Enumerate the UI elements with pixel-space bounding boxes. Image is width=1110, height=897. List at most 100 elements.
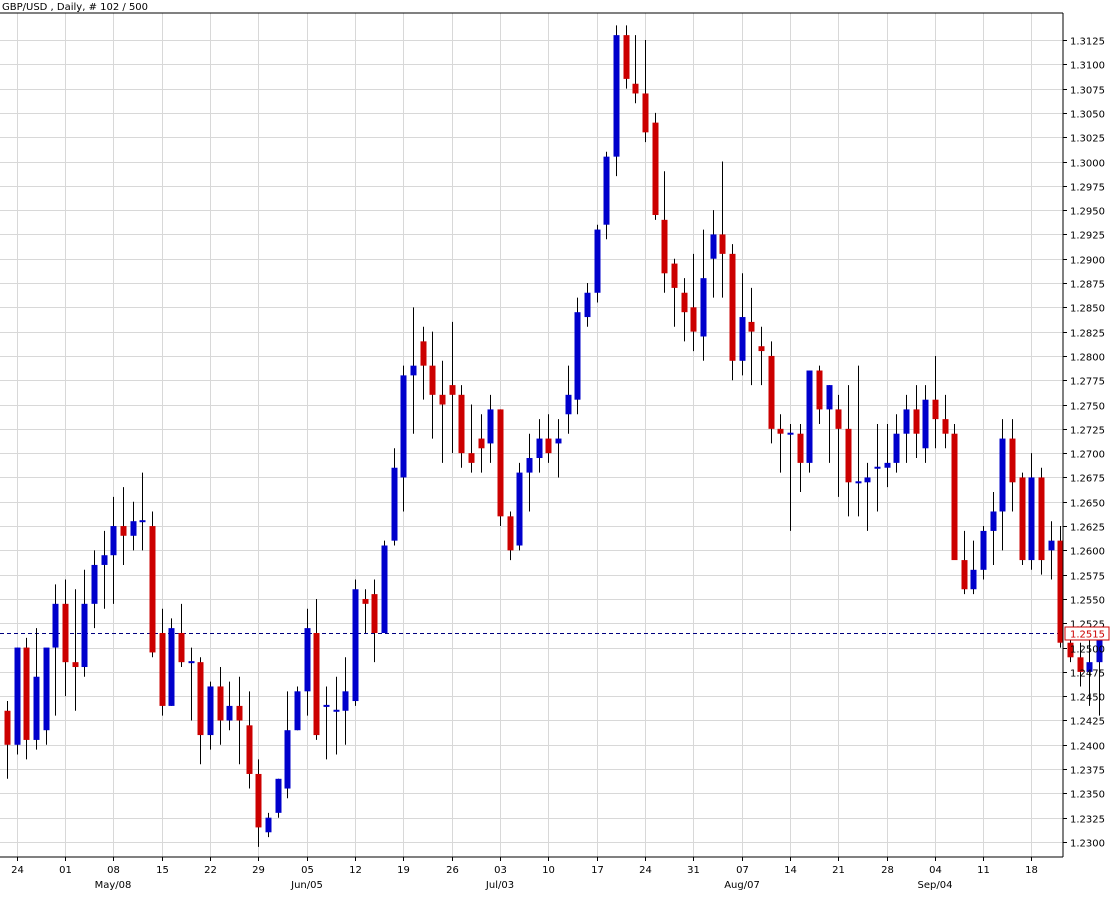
candle [729, 244, 736, 381]
candle [594, 224, 601, 303]
candle-body-up [352, 589, 359, 702]
candle-body-down [62, 603, 69, 663]
candle-body-up [91, 564, 98, 604]
candle-body-down [449, 385, 456, 395]
y-tick-label: 1.3025 [1070, 134, 1105, 145]
candle-body-up [226, 705, 233, 721]
candle-body-up [275, 778, 282, 813]
candle-body-down [942, 419, 949, 434]
x-day-label: 28 [881, 865, 894, 876]
y-tick-label: 1.2925 [1070, 231, 1105, 242]
y-tick-label: 1.2625 [1070, 523, 1105, 534]
candle-body-down [719, 234, 726, 254]
candle-body-up [990, 511, 997, 531]
candle-body-up [613, 35, 620, 157]
y-tick-label: 1.2575 [1070, 572, 1105, 583]
candle-body-down [255, 773, 262, 828]
candle-body-down [458, 394, 465, 454]
candle-body-down [652, 122, 659, 215]
current-price-label: 1.2515 [1064, 626, 1110, 641]
candle [574, 297, 581, 415]
candle-body-down [777, 428, 784, 434]
x-day-label: 01 [59, 865, 72, 876]
candle-body-up [787, 432, 794, 435]
candle-body-down [72, 662, 79, 668]
candle [806, 370, 813, 473]
candle-body-up [130, 521, 137, 536]
x-month-label: Sep/04 [918, 880, 953, 891]
x-month-label: Jul/03 [485, 880, 514, 891]
candle-body-up [284, 730, 291, 789]
y-tick-label: 1.2475 [1070, 669, 1105, 680]
candle-body-up [516, 472, 523, 546]
candle-body-up [1048, 540, 1055, 551]
candle-body-down [961, 560, 968, 590]
y-tick-label: 1.3050 [1070, 110, 1105, 121]
y-tick-label: 1.2450 [1070, 693, 1105, 704]
candle-body-down [690, 307, 697, 332]
candle-body-up [536, 438, 543, 459]
y-tick-label: 1.3075 [1070, 86, 1105, 97]
candle-body-up [294, 691, 301, 731]
candle-body-up [970, 569, 977, 590]
y-tick-label: 1.3100 [1070, 61, 1105, 72]
x-day-label: 21 [832, 865, 845, 876]
candle-body-up [1028, 477, 1035, 561]
candle-body-down [507, 516, 514, 551]
candle [1038, 467, 1045, 575]
candle-body-down [23, 647, 30, 740]
x-day-label: 26 [446, 865, 459, 876]
y-tick-label: 1.2300 [1070, 839, 1105, 850]
candle-body-down [545, 438, 552, 454]
x-day-label: 19 [397, 865, 410, 876]
candle-body-down [913, 409, 920, 434]
y-tick-label: 1.2675 [1070, 474, 1105, 485]
y-tick-label: 1.2950 [1070, 207, 1105, 218]
candle-body-down [313, 632, 320, 736]
candle-body-down [729, 253, 736, 361]
candlestick-chart: 1.3125 1.3100 1.3075 1.3050 1.3025 1.3000 1.29… [0, 0, 1110, 897]
x-day-label: 14 [784, 865, 797, 876]
candle-body-up [884, 462, 891, 468]
candle-body-down [768, 355, 775, 429]
candle-body-down [623, 35, 630, 79]
candle-body-up [110, 526, 117, 556]
candle-body-down [478, 438, 485, 449]
candle-body-down [120, 526, 127, 536]
candle-body-down [642, 93, 649, 133]
candle-body-down [4, 710, 11, 745]
y-tick-label: 1.2325 [1070, 815, 1105, 826]
chart-title: GBP/USD , Daily, # 102 / 500 [2, 2, 148, 13]
candle [294, 686, 301, 731]
candle-body-up [700, 278, 707, 337]
candle-body-up [855, 481, 862, 484]
candle-body-up [710, 234, 717, 259]
candle-body-up [874, 466, 881, 469]
candle [613, 25, 620, 177]
candle-body-up [188, 661, 195, 664]
candle-body-down [1019, 477, 1026, 561]
candle [768, 341, 775, 444]
y-tick-label: 1.2875 [1070, 280, 1105, 291]
y-tick-label: 1.2975 [1070, 183, 1105, 194]
candle [352, 579, 359, 706]
candle-body-up [14, 647, 21, 745]
candle-body-up [526, 458, 533, 473]
candle-body-down [429, 365, 436, 395]
y-tick-label: 1.2550 [1070, 596, 1105, 607]
y-tick-label: 1.2500 [1070, 645, 1105, 656]
candle-body-up [487, 409, 494, 444]
current-price-value: 1.2515 [1070, 630, 1105, 641]
y-tick-label: 1.2850 [1070, 304, 1105, 315]
y-tick-label: 1.2425 [1070, 717, 1105, 728]
candle-body-down [468, 453, 475, 463]
candle [381, 540, 388, 633]
candle-body-up [400, 375, 407, 478]
candle-body-down [236, 705, 243, 721]
candle-body-up [806, 370, 813, 463]
candle-body-up [33, 676, 40, 740]
candle-body-up [265, 817, 272, 833]
y-tick-label: 1.2825 [1070, 329, 1105, 340]
candle-body-up [52, 603, 59, 648]
y-tick-label: 1.2775 [1070, 377, 1105, 388]
